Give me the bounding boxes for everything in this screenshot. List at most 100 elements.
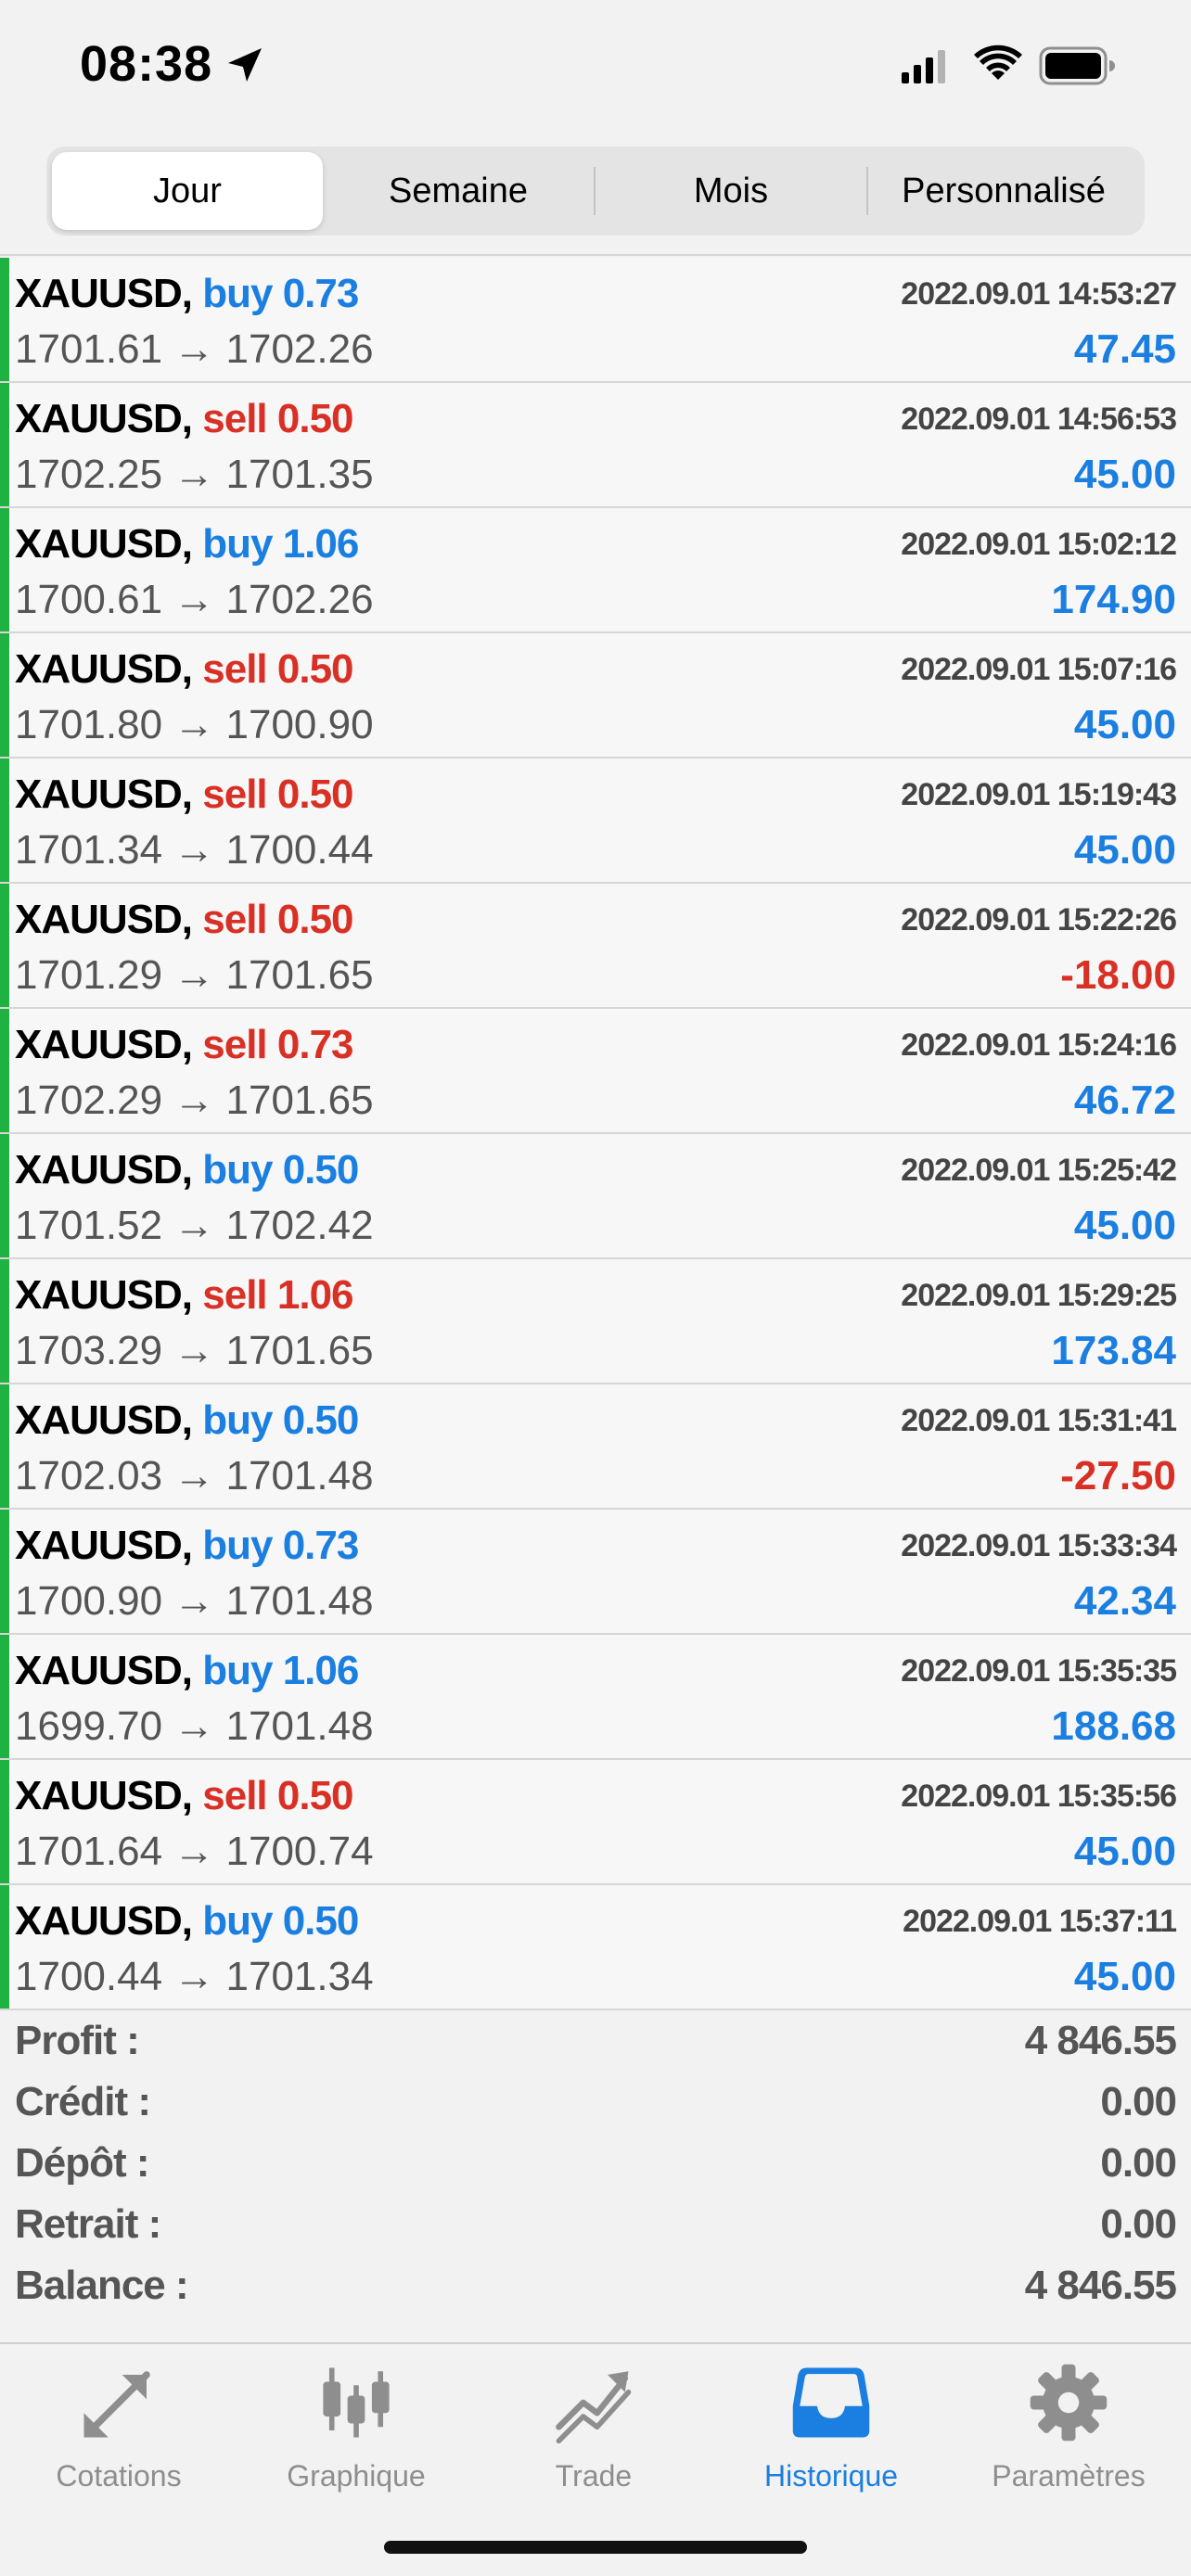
trade-title: XAUUSD, sell 0.50	[15, 772, 354, 818]
row-status-bar	[0, 258, 9, 381]
tab-label: Cotations	[56, 2459, 182, 2493]
trade-row[interactable]: XAUUSD, sell 0.50 2022.09.01 15:07:16 17…	[0, 633, 1191, 759]
status-bar: 08:38	[0, 0, 1191, 139]
tab-parametres[interactable]: Paramètres	[950, 2361, 1187, 2500]
trade-title: XAUUSD, buy 0.50	[15, 1147, 359, 1193]
trade-side: buy 1.06	[202, 521, 359, 567]
trade-profit: -18.00	[1060, 952, 1176, 998]
trade-title: XAUUSD, sell 1.06	[15, 1272, 354, 1319]
summary-label: Crédit :	[15, 2079, 151, 2124]
trade-title: XAUUSD, sell 0.73	[15, 1022, 354, 1068]
trade-row[interactable]: XAUUSD, sell 0.50 2022.09.01 14:56:53 17…	[0, 383, 1191, 508]
trade-symbol: XAUUSD,	[15, 1022, 193, 1067]
trade-side: buy 0.50	[202, 1397, 359, 1443]
trade-time: 2022.09.01 15:22:26	[901, 902, 1177, 937]
summary-value: 4 846.55	[1024, 2018, 1177, 2063]
trade-side: buy 0.73	[202, 271, 359, 316]
trade-time: 2022.09.01 15:02:12	[901, 527, 1177, 562]
trade-symbol: XAUUSD,	[15, 521, 193, 567]
trade-side: buy 0.50	[202, 1147, 359, 1192]
trade-prices: 1700.44 → 1701.34	[15, 1954, 374, 1999]
trade-row[interactable]: XAUUSD, sell 0.50 2022.09.01 15:22:26 17…	[0, 884, 1191, 1009]
trade-row[interactable]: XAUUSD, buy 1.06 2022.09.01 15:35:35 169…	[0, 1635, 1191, 1760]
segment-jour[interactable]: Jour	[52, 152, 323, 230]
trade-symbol: XAUUSD,	[15, 1397, 193, 1443]
segment-label: Personnalisé	[902, 171, 1106, 210]
trade-side: sell 1.06	[202, 1272, 353, 1318]
trade-row[interactable]: XAUUSD, buy 0.73 2022.09.01 14:53:27 170…	[0, 258, 1191, 383]
trade-side: buy 0.50	[202, 1898, 359, 1944]
trade-symbol: XAUUSD,	[15, 1272, 193, 1318]
period-segmented-control: Jour Semaine Mois Personnalisé	[46, 147, 1145, 236]
trade-row[interactable]: XAUUSD, buy 0.73 2022.09.01 15:33:34 170…	[0, 1510, 1191, 1635]
tab-label: Historique	[763, 2459, 899, 2493]
trade-prices: 1703.29 → 1701.65	[15, 1328, 374, 1373]
trade-prices: 1700.90 → 1701.48	[15, 1578, 374, 1624]
trade-side: buy 1.06	[202, 1648, 359, 1693]
trade-profit: 188.68	[1051, 1703, 1176, 1749]
trade-profit: 45.00	[1073, 827, 1176, 873]
trade-row[interactable]: XAUUSD, sell 1.06 2022.09.01 15:29:25 17…	[0, 1259, 1191, 1384]
summary-deposit: Dépôt : 0.00	[0, 2133, 1191, 2194]
location-arrow-icon	[228, 48, 262, 82]
segment-label: Jour	[153, 171, 222, 210]
trade-profit: 45.00	[1073, 1203, 1176, 1248]
trade-symbol: XAUUSD,	[15, 271, 193, 316]
tab-historique[interactable]: Historique	[712, 2361, 950, 2500]
trade-side: buy 0.73	[202, 1523, 359, 1568]
account-summary: Profit : 4 846.55 Crédit : 0.00 Dépôt : …	[0, 2010, 1191, 2316]
tab-graphique[interactable]: Graphique	[237, 2361, 475, 2500]
summary-value: 0.00	[1100, 2079, 1177, 2124]
segment-label: Semaine	[389, 171, 528, 210]
summary-label: Dépôt :	[15, 2140, 150, 2186]
trade-profit: 47.45	[1073, 326, 1176, 372]
summary-balance: Balance : 4 846.55	[0, 2255, 1191, 2316]
cellular-signal-icon	[902, 50, 945, 83]
trade-side: sell 0.50	[202, 396, 353, 441]
trade-profit: 45.00	[1073, 1829, 1176, 1874]
trade-time: 2022.09.01 15:29:25	[901, 1278, 1177, 1313]
trade-row[interactable]: XAUUSD, buy 0.50 2022.09.01 15:25:42 170…	[0, 1134, 1191, 1259]
trade-prices: 1702.03 → 1701.48	[15, 1453, 374, 1498]
trade-history-list: XAUUSD, buy 0.73 2022.09.01 14:53:27 170…	[0, 258, 1191, 2010]
trade-title: XAUUSD, sell 0.50	[15, 1773, 354, 1819]
trade-row[interactable]: XAUUSD, buy 1.06 2022.09.01 15:02:12 170…	[0, 508, 1191, 633]
home-indicator[interactable]	[384, 2541, 807, 2554]
trade-row[interactable]: XAUUSD, buy 0.50 2022.09.01 15:37:11 170…	[0, 1885, 1191, 2010]
row-status-bar	[0, 759, 9, 882]
trade-prices: 1701.29 → 1701.65	[15, 952, 374, 998]
trade-title: XAUUSD, buy 0.50	[15, 1397, 359, 1444]
segment-mois[interactable]: Mois	[596, 152, 866, 230]
row-status-bar	[0, 508, 9, 631]
trade-symbol: XAUUSD,	[15, 772, 193, 817]
trade-title: XAUUSD, sell 0.50	[15, 396, 354, 442]
trade-side: sell 0.50	[202, 897, 353, 942]
trade-row[interactable]: XAUUSD, sell 0.50 2022.09.01 15:19:43 17…	[0, 759, 1191, 884]
trade-profit: 46.72	[1073, 1078, 1176, 1123]
trade-time: 2022.09.01 14:56:53	[901, 402, 1177, 437]
trade-prices: 1701.64 → 1700.74	[15, 1829, 374, 1874]
row-status-bar	[0, 1885, 9, 2009]
tab-trade[interactable]: Trade	[475, 2361, 712, 2500]
trade-title: XAUUSD, sell 0.50	[15, 897, 354, 943]
trade-symbol: XAUUSD,	[15, 1147, 193, 1192]
tab-label: Trade	[555, 2459, 633, 2493]
trade-time: 2022.09.01 15:37:11	[903, 1904, 1177, 1939]
segment-semaine[interactable]: Semaine	[323, 152, 594, 230]
trade-row[interactable]: XAUUSD, sell 0.50 2022.09.01 15:35:56 17…	[0, 1760, 1191, 1885]
tab-label: Graphique	[287, 2459, 426, 2493]
trade-symbol: XAUUSD,	[15, 1773, 193, 1818]
summary-label: Profit :	[15, 2018, 140, 2063]
trade-profit: 174.90	[1051, 577, 1176, 622]
segment-personnalise[interactable]: Personnalisé	[868, 152, 1139, 230]
trade-title: XAUUSD, buy 0.73	[15, 1523, 359, 1569]
tab-cotations[interactable]: Cotations	[0, 2361, 237, 2500]
trade-symbol: XAUUSD,	[15, 897, 193, 942]
trade-title: XAUUSD, buy 0.73	[15, 271, 359, 317]
trade-row[interactable]: XAUUSD, sell 0.73 2022.09.01 15:24:16 17…	[0, 1009, 1191, 1134]
row-status-bar	[0, 1510, 9, 1633]
trade-time: 2022.09.01 15:25:42	[901, 1153, 1177, 1188]
trade-title: XAUUSD, buy 1.06	[15, 1648, 359, 1694]
trade-row[interactable]: XAUUSD, buy 0.50 2022.09.01 15:31:41 170…	[0, 1384, 1191, 1510]
trade-side: sell 0.50	[202, 646, 353, 692]
